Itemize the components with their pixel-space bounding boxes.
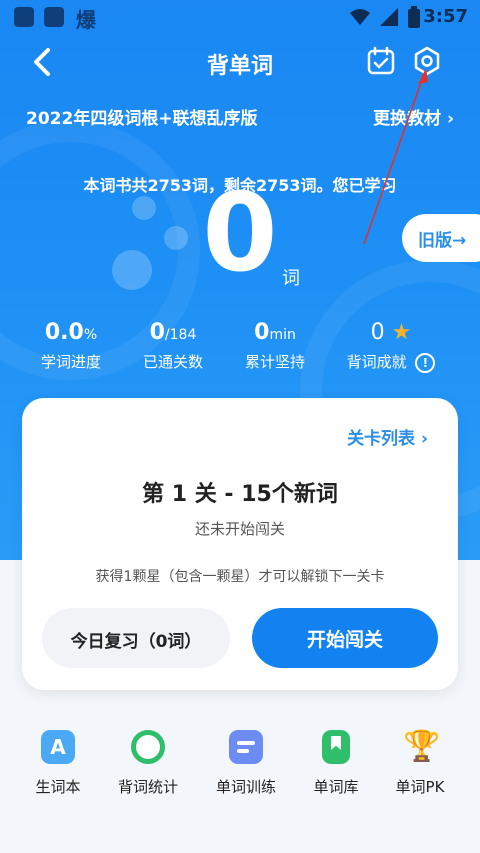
nav-label: 生词本 [35, 778, 81, 796]
bookmark-icon [322, 730, 350, 764]
trophy-icon: 🏆 [403, 729, 441, 764]
stat-progress: 0.0% 学词进度 [16, 320, 126, 372]
nav-pk[interactable]: 🏆 单词PK [372, 730, 468, 797]
change-textbook-link[interactable]: 更换教材 › [373, 104, 454, 129]
page-title: 背单词 [206, 54, 273, 79]
top-bar: 背单词 [0, 40, 480, 84]
pie-chart-icon [131, 730, 165, 764]
battery-icon [408, 6, 420, 28]
stat-label: 已通关数 [142, 353, 203, 371]
nav-label: 单词PK [395, 778, 445, 796]
nav-word-bank[interactable]: 单词库 [288, 730, 384, 797]
nav-training[interactable]: 单词训练 [198, 730, 294, 797]
stat-duration: 0min 累计坚持 [220, 320, 330, 372]
level-list-label: 关卡列表 [347, 429, 416, 449]
nav-label: 单词库 [313, 778, 359, 796]
chevron-right-icon: › [420, 429, 428, 449]
clock: 3:57 [423, 6, 468, 27]
stat-levels-passed: 0/184 已通关数 [118, 320, 228, 372]
level-status: 还未开始闯关 [194, 520, 285, 538]
level-card: 关卡列表 › 第 1 关 - 15个新词 还未开始闯关 获得1颗星（包含一颗星）… [22, 398, 458, 690]
stat-label: 累计坚持 [244, 353, 305, 371]
settings-gear-icon[interactable] [412, 46, 442, 76]
unlock-hint: 获得1颗星（包含一颗星）才可以解锁下一关卡 [95, 569, 385, 585]
stat-value: 0.0 [44, 320, 84, 345]
wifi-icon [350, 9, 370, 25]
start-level-button[interactable]: 开始闯关 [252, 608, 438, 668]
notification-icon [14, 7, 34, 27]
calendar-check-icon[interactable] [366, 46, 396, 76]
stat-value: 0 [370, 320, 385, 345]
stat-label: 背词成就 [346, 353, 407, 371]
training-icon [229, 730, 263, 764]
stats-row: 0.0% 学词进度 0/184 已通关数 0min 累计坚持 0 ★ 背词成就 … [0, 320, 480, 380]
chevron-right-icon: › [446, 109, 454, 129]
bottom-feature-bar: A 生词本 背词统计 单词训练 单词库 🏆 单词PK [0, 730, 480, 820]
today-review-button[interactable]: 今日复习（0词） [42, 608, 230, 668]
level-title: 第 1 关 - 15个新词 [142, 482, 338, 507]
status-bar: 爆 3:57 [0, 0, 480, 36]
old-version-button[interactable]: 旧版→ [402, 214, 480, 262]
change-textbook-label: 更换教材 [373, 109, 442, 129]
stat-suffix: /184 [164, 327, 197, 343]
letter-a-icon: A [41, 730, 75, 764]
stat-value: 0 [254, 320, 270, 345]
textbook-name: 2022年四级词根+联想乱序版 [26, 109, 258, 129]
info-icon[interactable]: ! [415, 352, 436, 373]
stat-suffix: min [269, 327, 296, 343]
signal-icon [380, 8, 398, 26]
nav-label: 单词训练 [215, 778, 276, 796]
stat-achievement[interactable]: 0 ★ 背词成就 ! [336, 320, 446, 373]
textbook-row: 2022年四级词根+联想乱序版 更换教材 › [0, 104, 480, 132]
notification-icon [44, 7, 64, 27]
stat-suffix: % [83, 327, 98, 343]
level-list-link[interactable]: 关卡列表 › [347, 424, 428, 449]
stat-label: 学词进度 [40, 353, 101, 371]
learned-unit: 词 [282, 268, 300, 289]
stat-value: 0 [149, 320, 165, 345]
nav-new-words[interactable]: A 生词本 [10, 730, 106, 797]
nav-label: 背词统计 [117, 778, 178, 796]
nav-statistics[interactable]: 背词统计 [100, 730, 196, 797]
app-notification-glyph: 爆 [76, 8, 96, 32]
star-icon: ★ [391, 320, 412, 345]
